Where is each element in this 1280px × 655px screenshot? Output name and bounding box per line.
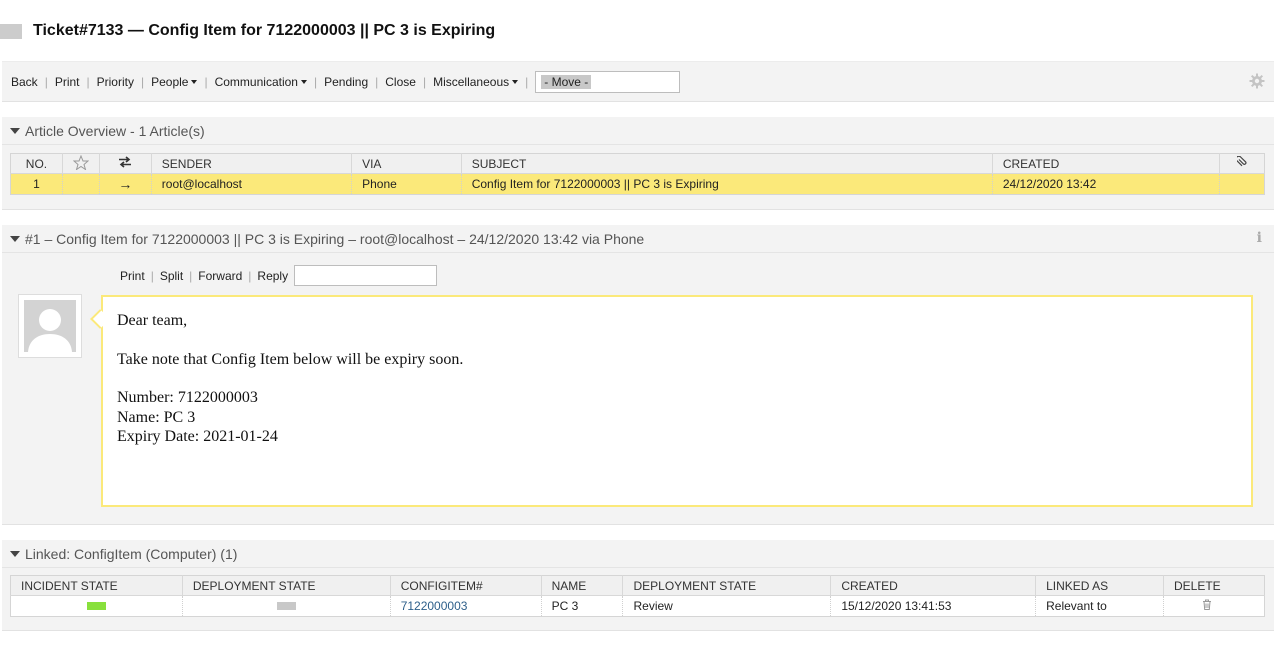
article-overview-header[interactable]: Article Overview - 1 Article(s) (2, 117, 1274, 145)
paperclip-icon (1235, 155, 1247, 167)
col-incident-state[interactable]: INCIDENT STATE (10, 575, 183, 596)
cell-linked-as: Relevant to (1035, 595, 1164, 617)
cell-deployment-state: Review (622, 595, 832, 617)
article-reply-link[interactable]: Reply (257, 269, 288, 283)
info-icon[interactable]: i (1257, 230, 1262, 246)
pending-link[interactable]: Pending (324, 75, 368, 89)
article-forward-link[interactable]: Forward (198, 269, 242, 283)
page-title: Ticket#7133 — Config Item for 7122000003… (33, 22, 496, 39)
direction-arrow-icon: → (99, 173, 152, 195)
cell-sender: root@localhost (151, 173, 353, 195)
article-overview-title: Article Overview - 1 Article(s) (25, 122, 205, 139)
cell-deployment-state-icon (182, 595, 391, 617)
article-actions: Print | Split | Forward | Reply (120, 265, 438, 286)
cell-subject: Config Item for 7122000003 || PC 3 is Ex… (461, 173, 993, 195)
linked-header[interactable]: Linked: ConfigItem (Computer) (1) (2, 540, 1274, 568)
cell-star (62, 173, 100, 195)
body-number: Number: 7122000003 (117, 389, 258, 406)
col-no[interactable]: NO. (10, 153, 63, 174)
caret-down-icon (191, 79, 198, 84)
caret-down-icon (300, 79, 307, 84)
caret-down-icon (512, 79, 519, 84)
communication-menu-label: Communication (214, 74, 298, 89)
linked-table: INCIDENT STATE DEPLOYMENT STATE CONFIGIT… (10, 575, 1265, 617)
close-link[interactable]: Close (385, 75, 416, 89)
cell-incident-state (10, 595, 183, 617)
communication-menu[interactable]: Communication (215, 75, 307, 89)
move-queue-select[interactable]: - Move - (535, 70, 681, 93)
miscellaneous-menu-label: Miscellaneous (433, 74, 510, 89)
article-print-link[interactable]: Print (120, 269, 145, 283)
gear-icon[interactable] (1249, 73, 1265, 89)
deployment-state-indicator (276, 602, 296, 610)
priority-link[interactable]: Priority (97, 75, 134, 89)
collapse-triangle-icon (10, 551, 20, 557)
cell-delete (1164, 596, 1265, 617)
article-table: NO. SENDER VIA SUBJECT CREATED 1 → root@… (10, 153, 1265, 195)
col-subject[interactable]: SUBJECT (461, 153, 993, 174)
col-delete[interactable]: DELETE (1163, 575, 1265, 596)
body-expiry: Expiry Date: 2021-01-24 (117, 428, 278, 445)
ticket-title-bar: Ticket#7133 — Config Item for 7122000003… (0, 18, 495, 44)
col-attachment[interactable] (1219, 153, 1265, 174)
article-widget: #1 – Config Item for 7122000003 || PC 3 … (2, 225, 1274, 525)
people-menu-label: People (151, 74, 189, 89)
col-star[interactable] (62, 153, 100, 174)
back-link[interactable]: Back (11, 75, 38, 89)
col-direction[interactable] (99, 153, 152, 174)
col-created[interactable]: CREATED (830, 575, 1037, 596)
col-deployment-state-icon[interactable]: DEPLOYMENT STATE (182, 575, 391, 596)
article-body: Dear team, Take note that Config Item be… (101, 295, 1253, 507)
miscellaneous-menu[interactable]: Miscellaneous (433, 74, 519, 89)
col-name[interactable]: NAME (541, 575, 624, 596)
configitem-link[interactable]: 7122000003 (401, 599, 468, 613)
people-menu[interactable]: People (151, 74, 198, 89)
cell-name: PC 3 (541, 595, 624, 617)
incident-state-indicator (86, 602, 106, 610)
col-configitem[interactable]: CONFIGITEM# (390, 575, 542, 596)
body-greeting: Dear team, (117, 312, 188, 329)
article-header[interactable]: #1 – Config Item for 7122000003 || PC 3 … (2, 225, 1274, 253)
col-via[interactable]: VIA (351, 153, 462, 174)
reply-template-select[interactable] (294, 265, 438, 286)
article-split-link[interactable]: Split (160, 269, 183, 283)
cell-created: 24/12/2020 13:42 (992, 173, 1221, 195)
trash-icon[interactable] (1202, 599, 1212, 610)
cell-attachment (1219, 173, 1265, 195)
col-linked-as[interactable]: LINKED AS (1035, 575, 1164, 596)
col-sender[interactable]: SENDER (151, 153, 353, 174)
action-toolbar: Back | Print | Priority | People | Commu… (2, 61, 1274, 102)
cell-created: 15/12/2020 13:41:53 (830, 595, 1037, 617)
article-overview-widget: Article Overview - 1 Article(s) NO. SEND… (2, 117, 1274, 210)
cell-configitem: 7122000003 (390, 595, 542, 617)
col-deployment-state[interactable]: DEPLOYMENT STATE (622, 575, 832, 596)
collapse-triangle-icon (10, 128, 20, 134)
linked-configitem-widget: Linked: ConfigItem (Computer) (1) INCIDE… (2, 540, 1274, 631)
table-row[interactable]: 1 → root@localhost Phone Config Item for… (10, 173, 1265, 195)
priority-swatch (0, 23, 22, 39)
star-icon (72, 154, 90, 171)
cell-via: Phone (351, 173, 462, 195)
user-silhouette-icon (24, 300, 76, 352)
article-header-title: #1 – Config Item for 7122000003 || PC 3 … (25, 230, 645, 247)
linked-title: Linked: ConfigItem (Computer) (1) (25, 545, 238, 562)
cell-no: 1 (10, 173, 63, 195)
collapse-triangle-icon (10, 236, 20, 242)
col-created[interactable]: CREATED (992, 153, 1221, 174)
exchange-arrows-icon (119, 156, 132, 168)
body-name: Name: PC 3 (117, 408, 196, 426)
move-select-value: - Move - (541, 74, 592, 89)
table-row[interactable]: 7122000003 PC 3 Review 15/12/2020 13:41:… (10, 595, 1265, 617)
print-link[interactable]: Print (55, 75, 80, 89)
body-intro: Take note that Config Item below will be… (117, 350, 464, 368)
avatar (18, 294, 82, 358)
